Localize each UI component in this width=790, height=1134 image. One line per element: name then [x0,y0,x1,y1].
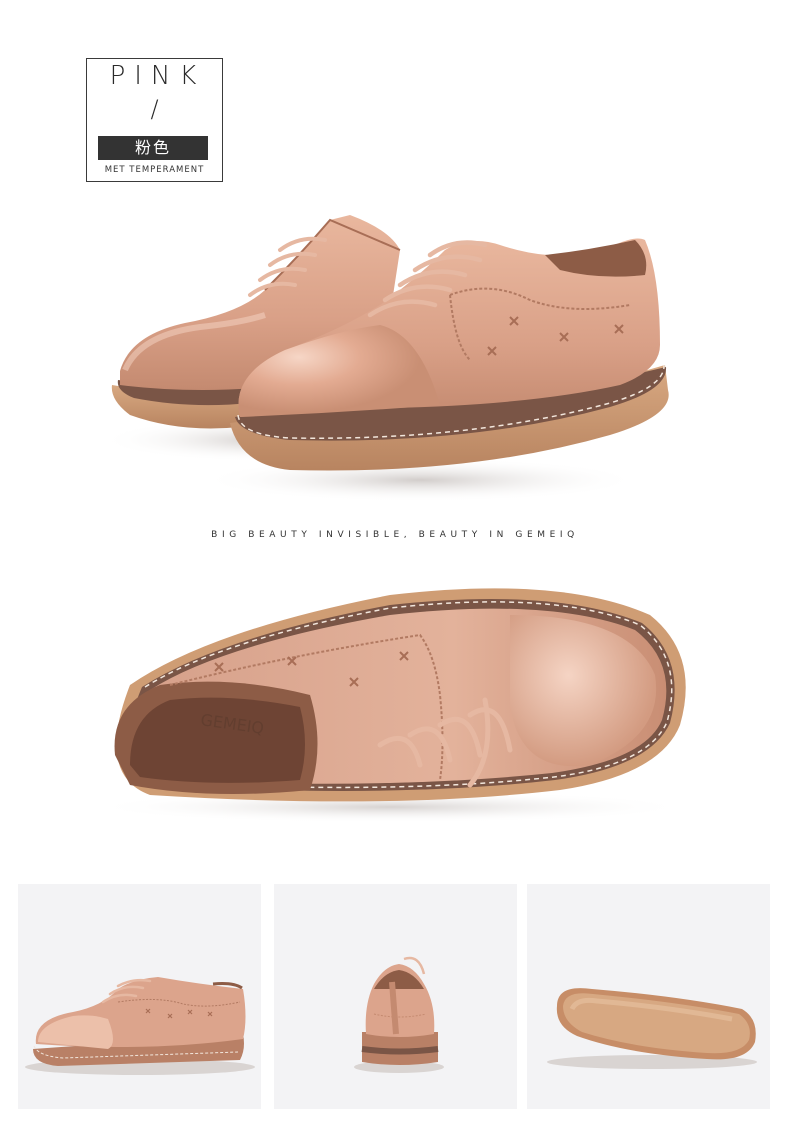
title-subtitle: MET TEMPERAMENT [104,165,205,175]
title-slash: / [150,95,159,123]
thumbnail-back-view [274,884,517,1109]
hero-shoe-pair-photo [90,195,690,505]
thumbnail-side-view [18,884,261,1109]
shoe-top-view-photo: GEMEIQ [90,575,710,825]
thumbnail-sole-view [527,884,770,1109]
color-title-box: PINK / 粉色 MET TEMPERAMENT [86,58,223,182]
brand-tagline: BIG BEAUTY INVISIBLE, BEAUTY IN GEMEIQ [211,530,579,540]
product-detail-page: PINK / 粉色 MET TEMPERAMENT BIG BEAUTY INV… [0,0,790,1134]
color-name-chinese: 粉色 [98,136,208,160]
color-name-english: PINK [109,61,206,91]
